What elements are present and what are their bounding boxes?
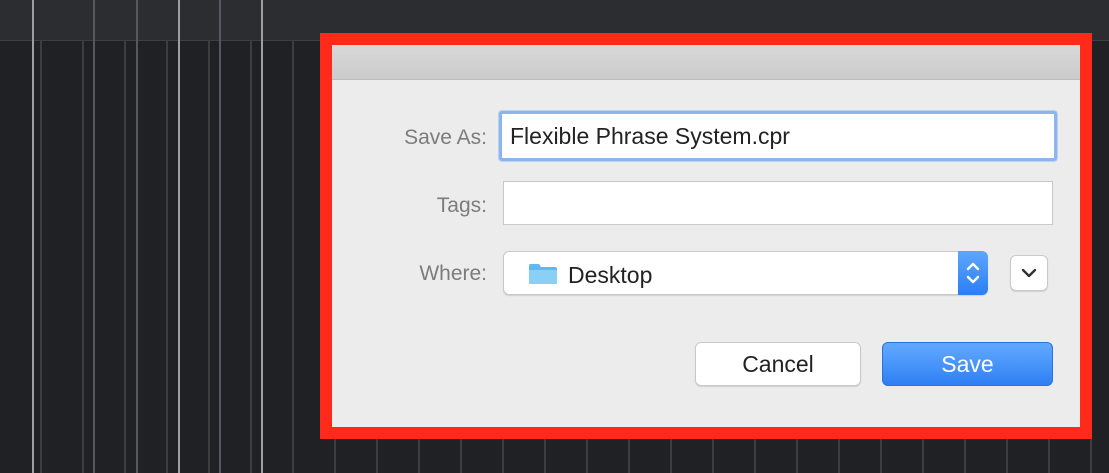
save-button-label: Save	[941, 350, 994, 377]
folder-icon	[529, 264, 557, 284]
tags-input[interactable]	[503, 181, 1053, 225]
dialog-titlebar	[332, 45, 1080, 80]
grid-line	[178, 0, 180, 473]
tags-label: Tags:	[436, 194, 487, 217]
save-dialog: Save As: Flexible Phrase System.cpr Tags…	[332, 45, 1080, 427]
grid-line	[32, 0, 34, 473]
grid-line	[136, 0, 138, 473]
cancel-button[interactable]: Cancel	[695, 342, 861, 386]
save-as-input[interactable]: Flexible Phrase System.cpr	[499, 111, 1057, 161]
cancel-button-label: Cancel	[742, 350, 814, 377]
where-label: Where:	[419, 262, 487, 285]
grid-line	[261, 0, 263, 473]
expand-dialog-button[interactable]	[1010, 255, 1048, 291]
up-down-arrows-icon	[966, 262, 980, 284]
save-button[interactable]: Save	[882, 342, 1053, 386]
grid-line	[219, 0, 221, 473]
grid-line	[93, 0, 95, 473]
save-as-value: Flexible Phrase System.cpr	[510, 122, 790, 149]
where-popup-button[interactable]: Desktop	[503, 251, 988, 295]
save-as-label: Save As:	[404, 126, 487, 149]
where-value: Desktop	[568, 262, 653, 288]
popup-stepper	[958, 251, 988, 295]
chevron-down-icon	[1021, 268, 1037, 278]
